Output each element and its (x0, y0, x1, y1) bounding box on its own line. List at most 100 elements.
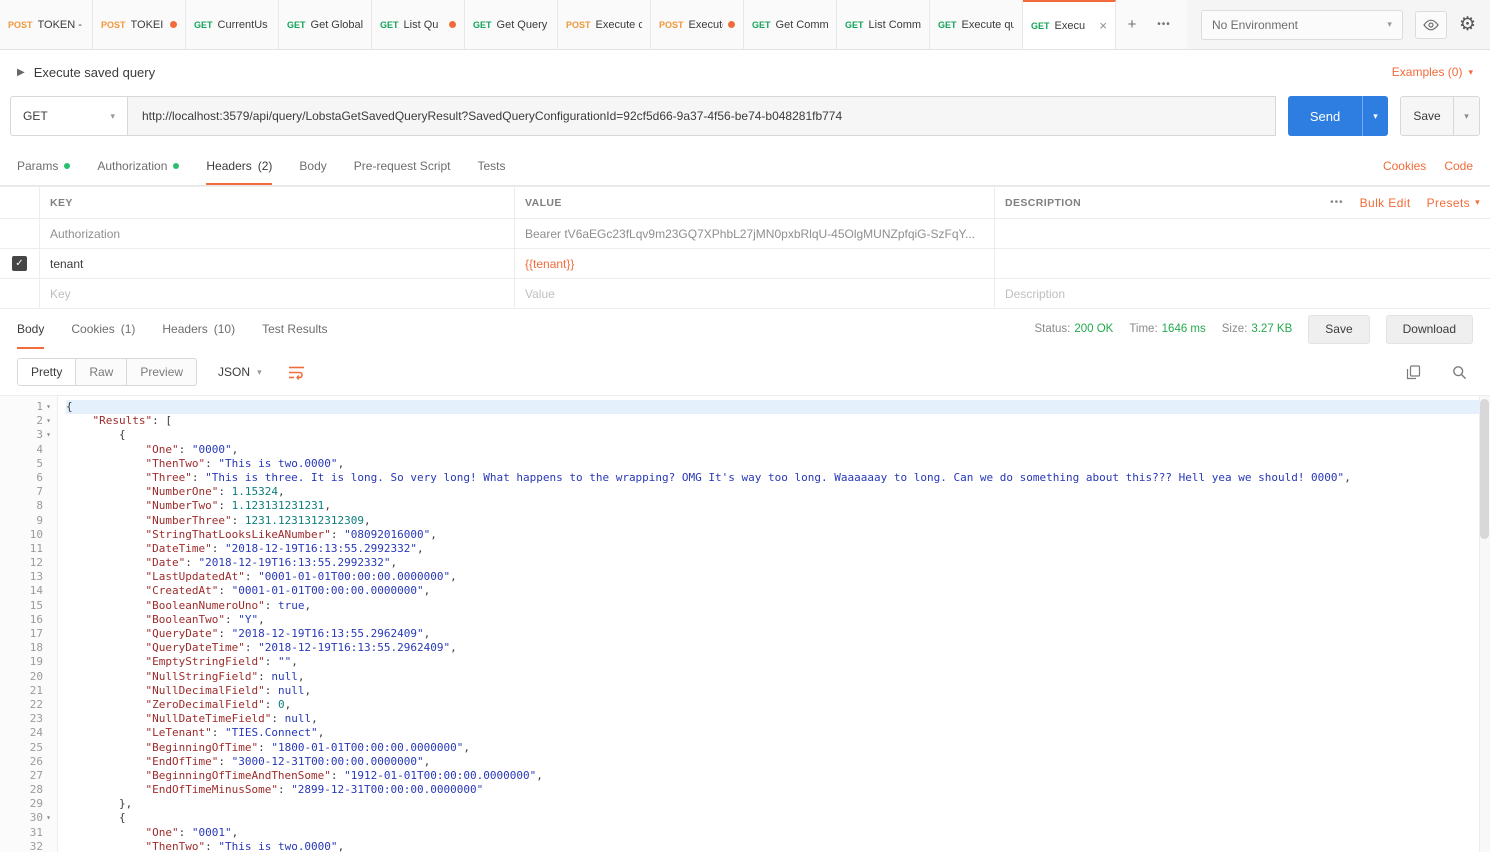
fold-toggle-icon[interactable]: ▾ (43, 400, 54, 414)
code-line-28[interactable]: "EndOfTimeMinusSome": "2899-12-31T00:00:… (66, 783, 1490, 797)
code-line-26[interactable]: "EndOfTime": "3000-12-31T00:00:00.000000… (66, 755, 1490, 769)
new-tab-button[interactable]: + (1116, 0, 1148, 49)
code-link[interactable]: Code (1444, 159, 1473, 173)
tab-tests[interactable]: Tests (477, 146, 505, 185)
code-lines[interactable]: { "Results": [ { "One": "0000", "ThenTwo… (58, 396, 1490, 852)
header-key-cell[interactable]: tenant (40, 249, 515, 278)
environment-quick-look-button[interactable] (1415, 11, 1447, 39)
tab-body[interactable]: Body (299, 146, 326, 185)
examples-dropdown[interactable]: Examples (0) ▾ (1392, 65, 1473, 79)
code-line-8[interactable]: "NumberTwo": 1.123131231231, (66, 499, 1490, 513)
code-line-9[interactable]: "NumberThree": 1231.1231312312309, (66, 514, 1490, 528)
response-tab-test-results[interactable]: Test Results (262, 309, 327, 349)
code-line-6[interactable]: "Three": "This is three. It is long. So … (66, 471, 1490, 485)
window-tab-7[interactable]: POSTExecute c (558, 0, 651, 49)
code-scrollbar-thumb[interactable] (1480, 399, 1489, 539)
code-line-14[interactable]: "CreatedAt": "0001-01-01T00:00:00.000000… (66, 584, 1490, 598)
environment-selector[interactable]: No Environment ▾ (1201, 10, 1403, 40)
tab-headers[interactable]: Headers(2) (206, 146, 272, 185)
fold-toggle-icon[interactable]: ▾ (43, 428, 54, 442)
header-key-cell[interactable]: Authorization (40, 219, 515, 248)
window-tab-8[interactable]: POSTExecute c (651, 0, 744, 49)
window-tab-6[interactable]: GETGet Query (465, 0, 558, 49)
code-line-24[interactable]: "LeTenant": "TIES.Connect", (66, 726, 1490, 740)
header-description-cell[interactable] (995, 249, 1490, 278)
wrap-lines-button[interactable] (283, 358, 311, 386)
tab-more-options-button[interactable]: ••• (1148, 0, 1180, 49)
save-request-button[interactable]: Save (1400, 96, 1454, 136)
view-mode-pretty[interactable]: Pretty (18, 359, 76, 385)
code-line-12[interactable]: "Date": "2018-12-19T16:13:55.2992332", (66, 556, 1490, 570)
save-response-button[interactable]: Save (1308, 315, 1369, 344)
header-value-cell[interactable]: {{tenant}} (515, 249, 995, 278)
header-description-cell[interactable] (995, 219, 1490, 248)
method-selector[interactable]: GET ▾ (10, 96, 128, 136)
code-line-11[interactable]: "DateTime": "2018-12-19T16:13:55.2992332… (66, 542, 1490, 556)
header-description-input[interactable]: Description (995, 279, 1490, 308)
close-tab-icon[interactable]: × (1099, 18, 1107, 33)
settings-gear-button[interactable]: ⚙ (1459, 15, 1476, 34)
header-key-input[interactable]: Key (40, 279, 515, 308)
code-line-13[interactable]: "LastUpdatedAt": "0001-01-01T00:00:00.00… (66, 570, 1490, 584)
url-input[interactable]: http://localhost:3579/api/query/LobstaGe… (128, 96, 1276, 136)
collapse-arrow-icon[interactable]: ▶ (17, 67, 25, 78)
code-line-18[interactable]: "QueryDateTime": "2018-12-19T16:13:55.29… (66, 641, 1490, 655)
tab-params[interactable]: Params (17, 146, 70, 185)
tab-pre-request-script[interactable]: Pre-request Script (354, 146, 451, 185)
row-checkbox-checked[interactable]: ✓ (12, 256, 27, 271)
response-tab-headers[interactable]: Headers(10) (162, 309, 235, 349)
header-value-cell[interactable]: Bearer tV6aEGc23fLqv9m23GQ7XPhbL27jMN0px… (515, 219, 995, 248)
code-line-21[interactable]: "NullDecimalField": null, (66, 684, 1490, 698)
view-mode-raw[interactable]: Raw (76, 359, 127, 385)
window-tab-11[interactable]: GETExecute qu (930, 0, 1023, 49)
code-line-17[interactable]: "QueryDate": "2018-12-19T16:13:55.296240… (66, 627, 1490, 641)
code-line-16[interactable]: "BooleanTwo": "Y", (66, 613, 1490, 627)
window-tab-1[interactable]: POSTTOKEN - I (0, 0, 93, 49)
code-line-19[interactable]: "EmptyStringField": "", (66, 655, 1490, 669)
response-format-dropdown[interactable]: JSON ▾ (209, 358, 271, 386)
fold-toggle-icon[interactable]: ▾ (43, 414, 54, 428)
download-response-button[interactable]: Download (1386, 315, 1473, 344)
code-line-31[interactable]: "One": "0001", (66, 826, 1490, 840)
view-mode-preview[interactable]: Preview (127, 359, 196, 385)
code-line-10[interactable]: "StringThatLooksLikeANumber": "080920160… (66, 528, 1490, 542)
code-line-20[interactable]: "NullStringField": null, (66, 670, 1490, 684)
save-options-button[interactable]: ▾ (1454, 96, 1480, 136)
code-line-4[interactable]: "One": "0000", (66, 443, 1490, 457)
code-line-30[interactable]: { (66, 811, 1490, 825)
code-line-27[interactable]: "BeginningOfTimeAndThenSome": "1912-01-0… (66, 769, 1490, 783)
window-tab-9[interactable]: GETGet Comm (744, 0, 837, 49)
code-line-5[interactable]: "ThenTwo": "This is two.0000", (66, 457, 1490, 471)
code-scrollbar[interactable] (1479, 396, 1490, 852)
line-number: 15 (30, 599, 43, 613)
search-response-button[interactable] (1445, 358, 1473, 386)
response-tab-body[interactable]: Body (17, 309, 44, 349)
window-tab-12[interactable]: GETExecu× (1023, 0, 1116, 49)
code-line-1[interactable]: { (66, 400, 1490, 414)
bulk-edit-link[interactable]: Bulk Edit (1360, 196, 1411, 210)
send-button[interactable]: Send (1288, 96, 1362, 136)
header-value-input[interactable]: Value (515, 279, 995, 308)
code-line-32[interactable]: "ThenTwo": "This is two.0000", (66, 840, 1490, 852)
code-line-2[interactable]: "Results": [ (66, 414, 1490, 428)
window-tab-10[interactable]: GETList Comm (837, 0, 930, 49)
window-tab-3[interactable]: GETCurrentUs (186, 0, 279, 49)
fold-toggle-icon[interactable]: ▾ (43, 811, 54, 825)
presets-dropdown[interactable]: Presets ▾ (1427, 196, 1480, 210)
code-line-7[interactable]: "NumberOne": 1.15324, (66, 485, 1490, 499)
code-line-22[interactable]: "ZeroDecimalField": 0, (66, 698, 1490, 712)
window-tab-2[interactable]: POSTTOKEI (93, 0, 186, 49)
code-line-15[interactable]: "BooleanNumeroUno": true, (66, 599, 1490, 613)
send-options-button[interactable]: ▾ (1362, 96, 1388, 136)
code-line-3[interactable]: { (66, 428, 1490, 442)
cookies-link[interactable]: Cookies (1383, 159, 1426, 173)
tab-authorization[interactable]: Authorization (97, 146, 179, 185)
response-tab-cookies[interactable]: Cookies(1) (71, 309, 135, 349)
window-tab-5[interactable]: GETList Qu (372, 0, 465, 49)
window-tab-4[interactable]: GETGet Global (279, 0, 372, 49)
code-line-25[interactable]: "BeginningOfTime": "1800-01-01T00:00:00.… (66, 741, 1490, 755)
code-line-23[interactable]: "NullDateTimeField": null, (66, 712, 1490, 726)
code-line-29[interactable]: }, (66, 797, 1490, 811)
table-more-options-button[interactable]: ••• (1330, 197, 1344, 208)
copy-response-button[interactable] (1399, 358, 1427, 386)
